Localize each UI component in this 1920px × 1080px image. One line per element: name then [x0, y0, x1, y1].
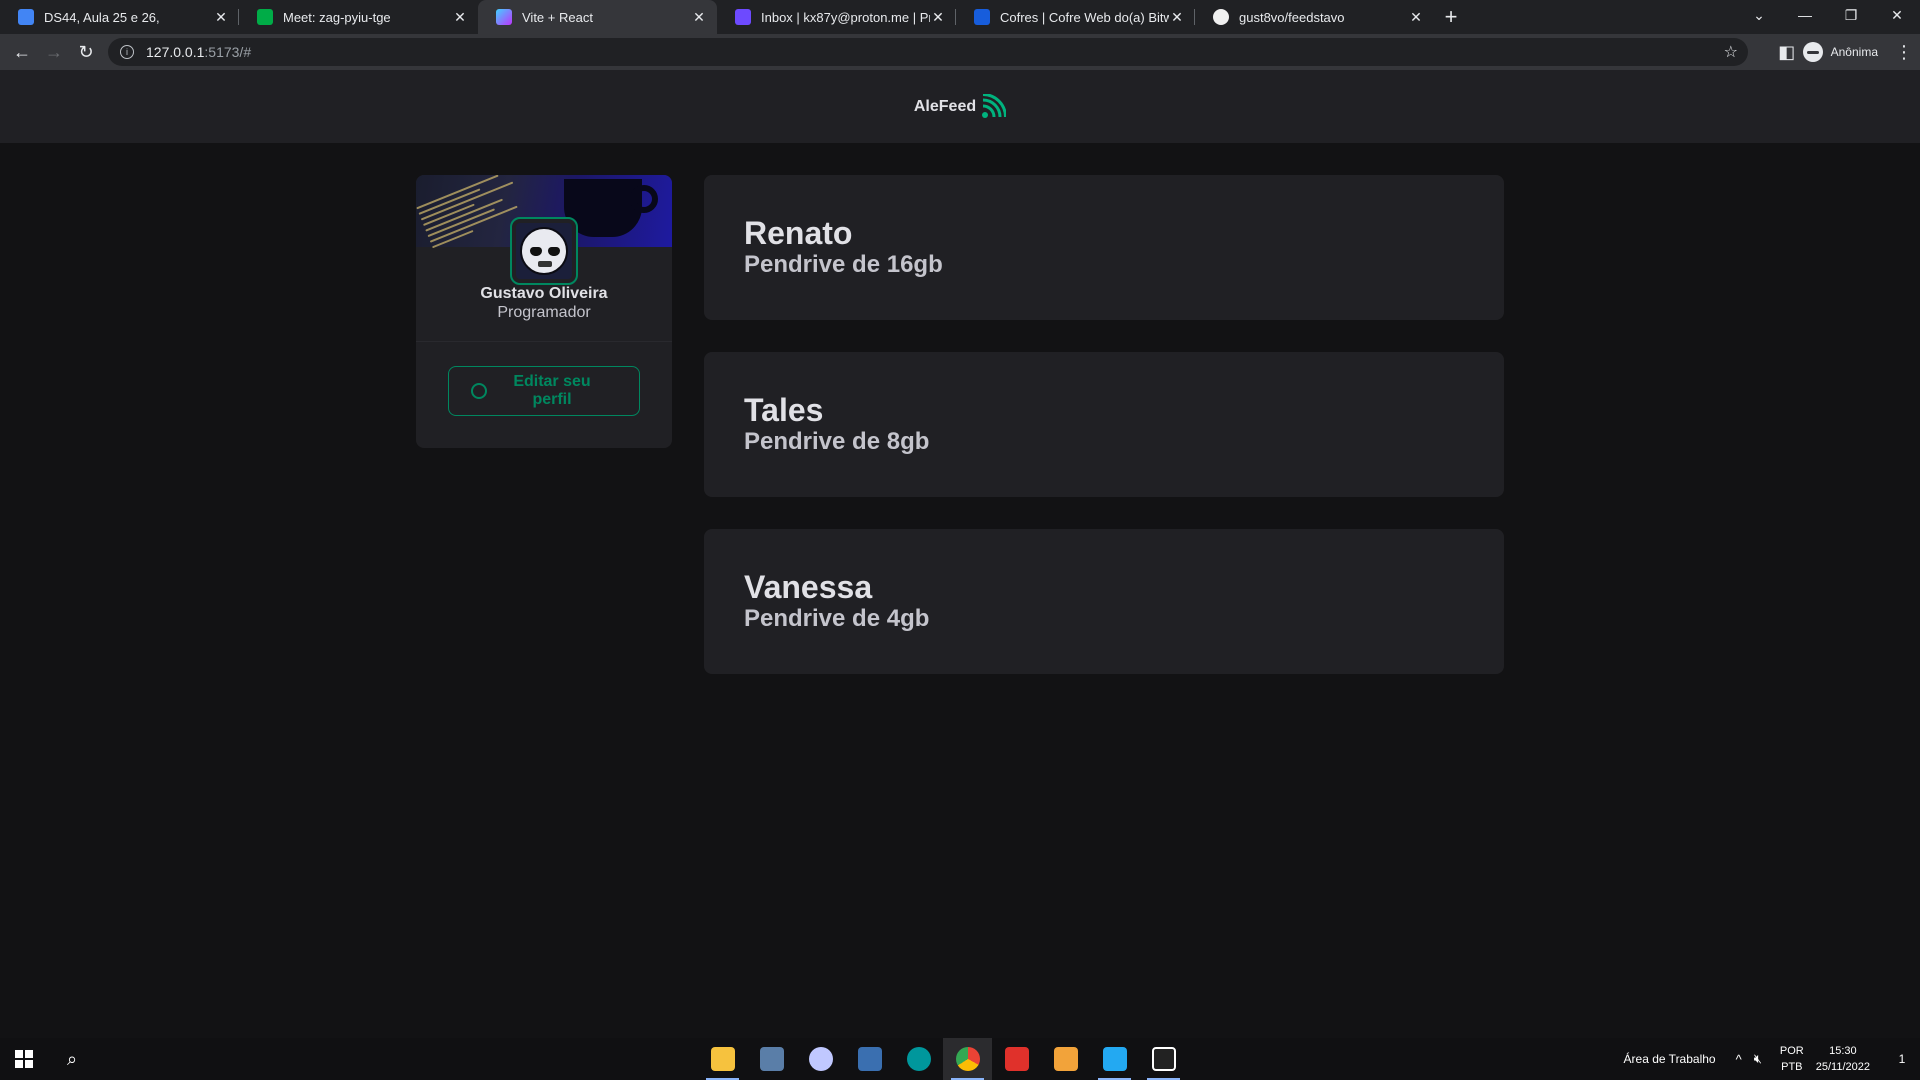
restore-icon[interactable]: ❐ [1828, 0, 1874, 30]
tab-4[interactable]: Cofres | Cofre Web do(a) Bitward ✕ [956, 0, 1195, 34]
notification-count: 1 [1898, 1052, 1906, 1066]
profile-label: Anônima [1830, 45, 1878, 59]
menu-icon[interactable]: ⋮ [1888, 36, 1920, 68]
close-icon[interactable]: ✕ [930, 9, 946, 25]
app-root: AleFeed Gustavo Oliveira Programador Edi… [0, 70, 1920, 1038]
edit-profile-label: Editar seu perfil [513, 373, 591, 408]
vite-favicon-icon [496, 9, 512, 25]
lang-bottom: PTB [1781, 1061, 1803, 1073]
system-tray: Área de Trabalho ^ 🔇︎ POR PTB 15:30 25/1… [1624, 1038, 1920, 1080]
tab-title: gust8vo/feedstavo [1239, 9, 1345, 25]
divider [416, 341, 672, 342]
toolbar-right: ◧ Anônima ⋮ [1771, 34, 1920, 70]
minimize-icon[interactable]: — [1782, 0, 1828, 30]
post-content: Pendrive de 8gb [744, 428, 930, 455]
start-button[interactable] [0, 1038, 48, 1080]
post-author: Renato [744, 215, 853, 251]
reload-icon[interactable]: ↻ [70, 36, 102, 68]
profile-name: Gustavo Oliveira [480, 285, 608, 302]
tab-3[interactable]: Inbox | kx87y@proton.me | Proto ✕ [717, 0, 956, 34]
taskbar-apps [698, 1038, 1188, 1080]
browser-toolbar: ← → ↻ i 127.0.0.1:5173/# ☆ ◧ Anônima ⋮ [0, 34, 1920, 70]
brand-name: AleFeed [913, 97, 977, 115]
post-card: Vanessa Pendrive de 4gb [704, 529, 1504, 674]
3d-app-icon[interactable] [1041, 1038, 1090, 1080]
tab-5[interactable]: gust8vo/feedstavo ✕ [1195, 0, 1434, 34]
forward-icon[interactable]: → [38, 36, 70, 68]
clock-time: 15:30 [1829, 1045, 1857, 1057]
close-icon[interactable]: ✕ [452, 9, 468, 25]
wps-app-icon[interactable] [992, 1038, 1041, 1080]
db-app-icon[interactable] [796, 1038, 845, 1080]
back-icon[interactable]: ← [6, 36, 38, 68]
clock[interactable]: 15:30 25/11/2022 [1816, 1043, 1870, 1075]
profile-sidebar: Gustavo Oliveira Programador Editar seu … [416, 175, 672, 448]
tab-title: Cofres | Cofre Web do(a) Bitward [1000, 9, 1169, 25]
pencil-icon [471, 383, 487, 399]
terminal-app-icon[interactable] [747, 1038, 796, 1080]
chevron-up-icon[interactable]: ^ [1736, 1052, 1742, 1067]
mug-handle-decoration [630, 185, 658, 213]
language-indicator[interactable]: POR PTB [1780, 1043, 1804, 1075]
incognito-icon [1802, 42, 1823, 62]
url-path: :5173/# [204, 44, 252, 60]
virtualbox-app-icon[interactable] [845, 1038, 894, 1080]
tab-1[interactable]: Meet: zag-pyiu-tge ✕ [239, 0, 478, 34]
7zip-app-icon[interactable] [1139, 1038, 1188, 1080]
arduino-app-icon[interactable] [894, 1038, 943, 1080]
url-host: 127.0.0.1 [146, 44, 205, 60]
clock-date: 25/11/2022 [1815, 1061, 1870, 1073]
vscode-app-icon[interactable] [1090, 1038, 1139, 1080]
search-icon[interactable]: ⌕ [48, 1038, 96, 1080]
avatar [510, 217, 578, 285]
posts-feed: Renato Pendrive de 16gb Tales Pendrive d… [704, 175, 1504, 706]
tab-strip: DS44, Aula 25 e 26, ✕ Meet: zag-pyiu-tge… [0, 0, 1920, 34]
post-card: Tales Pendrive de 8gb [704, 352, 1504, 497]
bookmark-star-icon[interactable]: ☆ [1724, 42, 1738, 62]
notification-icon[interactable]: 1 [1884, 1038, 1920, 1080]
file-explorer-icon[interactable] [698, 1038, 747, 1080]
tab-0[interactable]: DS44, Aula 25 e 26, ✕ [0, 0, 239, 34]
tab-title: Meet: zag-pyiu-tge [283, 9, 391, 25]
volume-muted-icon[interactable]: 🔇︎ [1754, 1051, 1762, 1067]
tab-title: Inbox | kx87y@proton.me | Proto [761, 9, 930, 25]
close-icon[interactable]: ✕ [691, 9, 707, 25]
tab-title: Vite + React [522, 9, 593, 25]
taskbar: ⌕ Área de Trabalho ^ 🔇︎ POR PTB 15:30 25… [0, 1038, 1920, 1080]
stormtrooper-avatar-icon [520, 227, 568, 275]
close-icon[interactable]: ✕ [1169, 9, 1185, 25]
rss-icon [982, 93, 1007, 118]
profile-role: Programador [497, 304, 591, 321]
meet-favicon-icon [257, 9, 273, 25]
tab-search-icon[interactable]: ⌄ [1736, 0, 1782, 30]
close-icon[interactable]: ✕ [213, 9, 229, 25]
post-author: Tales [744, 392, 824, 428]
classroom-favicon-icon [18, 9, 34, 25]
post-content: Pendrive de 16gb [744, 251, 943, 278]
side-panel-icon[interactable]: ◧ [1771, 36, 1803, 68]
info-icon[interactable]: i [120, 45, 134, 59]
app-header: AleFeed [0, 70, 1920, 143]
post-card: Renato Pendrive de 16gb [704, 175, 1504, 320]
close-icon[interactable]: ✕ [1408, 9, 1424, 25]
profile-button[interactable]: Anônima [1802, 42, 1878, 62]
desktop-toolbar-label[interactable]: Área de Trabalho [1624, 1052, 1716, 1066]
proton-favicon-icon [735, 9, 751, 25]
bitwarden-favicon-icon [974, 9, 990, 25]
post-author: Vanessa [744, 569, 873, 605]
brand: AleFeed [913, 93, 1007, 120]
lang-top: POR [1779, 1045, 1804, 1057]
windows-logo-icon [15, 1050, 33, 1068]
edit-profile-button[interactable]: Editar seu perfil [448, 366, 640, 416]
window-close-icon[interactable]: ✕ [1874, 0, 1920, 30]
new-tab-button[interactable]: + [1434, 0, 1468, 34]
tab-title: DS44, Aula 25 e 26, [44, 9, 160, 25]
github-favicon-icon [1213, 9, 1229, 25]
post-content: Pendrive de 4gb [744, 605, 930, 632]
chrome-app-icon[interactable] [943, 1038, 992, 1080]
tab-2[interactable]: Vite + React ✕ [478, 0, 717, 34]
address-bar[interactable]: i 127.0.0.1:5173/# ☆ [108, 38, 1748, 66]
